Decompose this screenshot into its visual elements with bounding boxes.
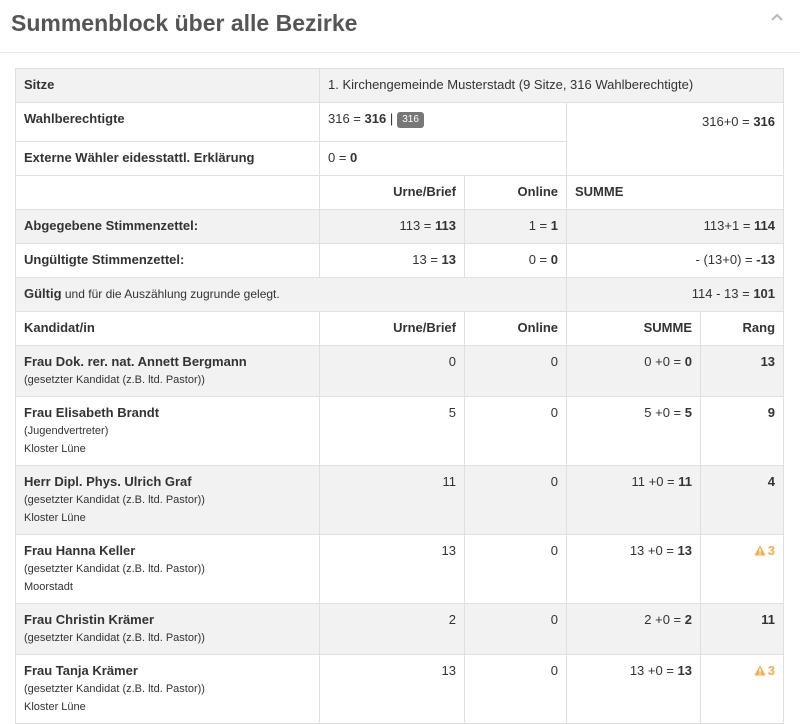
col-online-cand: Online: [464, 311, 567, 346]
candidate-cell: Frau Dok. rer. nat. Annett Bergmann (gese…: [15, 345, 320, 397]
abgegeben-urne: 113 = 113: [319, 209, 465, 244]
candidate-online: 0: [464, 396, 567, 466]
candidate-sum: 5 +0 = 5: [566, 396, 701, 466]
candidate-urne: 11: [319, 465, 465, 535]
ungueltig-sum: - (13+0) = -13: [565, 243, 785, 278]
candidate-cell: Herr Dipl. Phys. Ulrich Graf (gesetzter K…: [15, 465, 320, 535]
candidate-name: Frau Hanna Keller: [24, 543, 136, 558]
col-urne-cand: Urne/Brief: [319, 311, 465, 346]
candidate-online: 0: [464, 654, 567, 724]
candidate-online: 0: [464, 465, 567, 535]
externe-value: 0 = 0: [319, 141, 567, 176]
candidate-urne: 0: [319, 345, 465, 397]
candidate-sum: 11 +0 = 11: [566, 465, 701, 535]
col-kandidat: Kandidat/in: [15, 311, 320, 346]
row-ungueltig: Ungültigte Stimmenzettel: 13 = 13 0 = 0 …: [15, 243, 785, 278]
candidate-location: Kloster Lüne: [24, 443, 86, 455]
candidate-name: Frau Christin Krämer: [24, 612, 155, 627]
warning-icon: [754, 663, 766, 681]
col-summe: SUMME: [565, 175, 785, 210]
panel-body: Sitze 1. Kirchengemeinde Musterstadt (9 …: [15, 68, 785, 724]
candidate-role: (gesetzter Kandidat (z.B. ltd. Pastor)): [24, 374, 205, 386]
col-online: Online: [464, 175, 567, 210]
sitze-value: 1. Kirchengemeinde Musterstadt (9 Sitze,…: [318, 68, 785, 103]
col-summe-cand: SUMME: [566, 311, 701, 346]
candidate-row: Frau Christin Krämer (gesetzter Kandidat …: [15, 603, 785, 655]
panel-title: Summenblock über alle Bezirke: [11, 10, 358, 36]
header-row-candidates: Kandidat/in Urne/Brief Online SUMME Rang: [15, 311, 785, 346]
candidate-rank: 9: [699, 396, 785, 466]
header-row-totals: Urne/Brief Online SUMME: [15, 175, 785, 210]
candidate-rank: 3: [699, 654, 785, 724]
row-abgegeben: Abgegebene Stimmenzettel: 113 = 113 1 = …: [15, 209, 785, 244]
candidate-row: Herr Dipl. Phys. Ulrich Graf (gesetzter K…: [15, 465, 785, 535]
candidate-rank: 4: [699, 465, 785, 535]
candidate-cell: Frau Christin Krämer (gesetzter Kandidat …: [15, 603, 320, 655]
wahlberechtigte-sum: 316+0 = 316: [565, 102, 785, 176]
candidate-online: 0: [464, 345, 567, 397]
candidate-cell: Frau Elisabeth Brandt (Jugendvertreter) Kl…: [15, 396, 320, 466]
wahlberechtigte-label: Wahlberechtigte: [15, 102, 320, 142]
candidate-name: Herr Dipl. Phys. Ulrich Graf: [24, 474, 192, 489]
candidate-role: (gesetzter Kandidat (z.B. ltd. Pastor)): [24, 494, 205, 506]
candidate-sum: 2 +0 = 2: [566, 603, 701, 655]
candidate-sum: 13 +0 = 13: [566, 534, 701, 604]
candidate-role: (Jugendvertreter): [24, 425, 109, 437]
candidate-sum: 13 +0 = 13: [566, 654, 701, 724]
candidate-role: (gesetzter Kandidat (z.B. ltd. Pastor)): [24, 632, 205, 644]
ungueltig-online: 0 = 0: [464, 243, 567, 278]
ungueltig-urne: 13 = 13: [319, 243, 465, 278]
candidate-cell: Frau Hanna Keller (gesetzter Kandidat (z.…: [15, 534, 320, 604]
candidate-role: (gesetzter Kandidat (z.B. ltd. Pastor)): [24, 683, 205, 695]
abgegeben-sum: 113+1 = 114: [565, 209, 785, 244]
ungueltig-label: Ungültigte Stimmenzettel:: [15, 243, 320, 278]
candidate-name: Frau Tanja Krämer: [24, 663, 138, 678]
count-badge: 316: [397, 112, 424, 128]
candidate-urne: 5: [319, 396, 465, 466]
sitze-label: Sitze: [15, 68, 320, 103]
row-gueltig: Gültig und für die Auszählung zugrunde g…: [15, 277, 785, 312]
candidate-cell: Frau Tanja Krämer (gesetzter Kandidat (z.…: [15, 654, 320, 724]
candidate-rank: 3: [699, 534, 785, 604]
candidate-online: 0: [464, 603, 567, 655]
candidate-urne: 2: [319, 603, 465, 655]
candidate-online: 0: [464, 534, 567, 604]
candidate-name: Frau Dok. rer. nat. Annett Bergmann: [24, 354, 247, 369]
wahlberechtigte-value: 316 = 316 | 316: [319, 102, 567, 142]
candidate-name: Frau Elisabeth Brandt: [24, 405, 160, 420]
gueltig-sum: 114 - 13 = 101: [565, 277, 785, 312]
summary-table: Sitze 1. Kirchengemeinde Musterstadt (9 …: [15, 68, 785, 724]
candidate-rank: 13: [699, 345, 785, 397]
abgegeben-label: Abgegebene Stimmenzettel:: [15, 209, 320, 244]
candidate-rank: 11: [699, 603, 785, 655]
candidate-row: Frau Elisabeth Brandt (Jugendvertreter) Kl…: [15, 396, 785, 466]
gueltig-label: Gültig und für die Auszählung zugrunde g…: [15, 277, 567, 312]
candidate-urne: 13: [319, 534, 465, 604]
chevron-up-icon[interactable]: [770, 12, 786, 26]
col-rang: Rang: [699, 311, 785, 346]
abgegeben-online: 1 = 1: [464, 209, 567, 244]
candidate-location: Kloster Lüne: [24, 701, 86, 713]
candidate-row: Frau Dok. rer. nat. Annett Bergmann (gese…: [15, 345, 785, 397]
col-urne: Urne/Brief: [319, 175, 465, 210]
row-wahlberechtigte: Wahlberechtigte 316 = 316 | 316 316+0 = 3…: [15, 102, 785, 176]
candidate-urne: 13: [319, 654, 465, 724]
candidate-location: Moorstadt: [24, 581, 73, 593]
warning-icon: [754, 543, 766, 561]
candidate-location: Kloster Lüne: [24, 512, 86, 524]
panel-header: Summenblock über alle Bezirke: [0, 0, 800, 53]
externe-label: Externe Wähler eidesstattl. Erklärung: [15, 141, 320, 176]
candidate-row: Frau Hanna Keller (gesetzter Kandidat (z.…: [15, 534, 785, 604]
row-sitze: Sitze 1. Kirchengemeinde Musterstadt (9 …: [15, 68, 785, 103]
candidate-row: Frau Tanja Krämer (gesetzter Kandidat (z.…: [15, 654, 785, 724]
candidate-role: (gesetzter Kandidat (z.B. ltd. Pastor)): [24, 563, 205, 575]
candidate-sum: 0 +0 = 0: [566, 345, 701, 397]
